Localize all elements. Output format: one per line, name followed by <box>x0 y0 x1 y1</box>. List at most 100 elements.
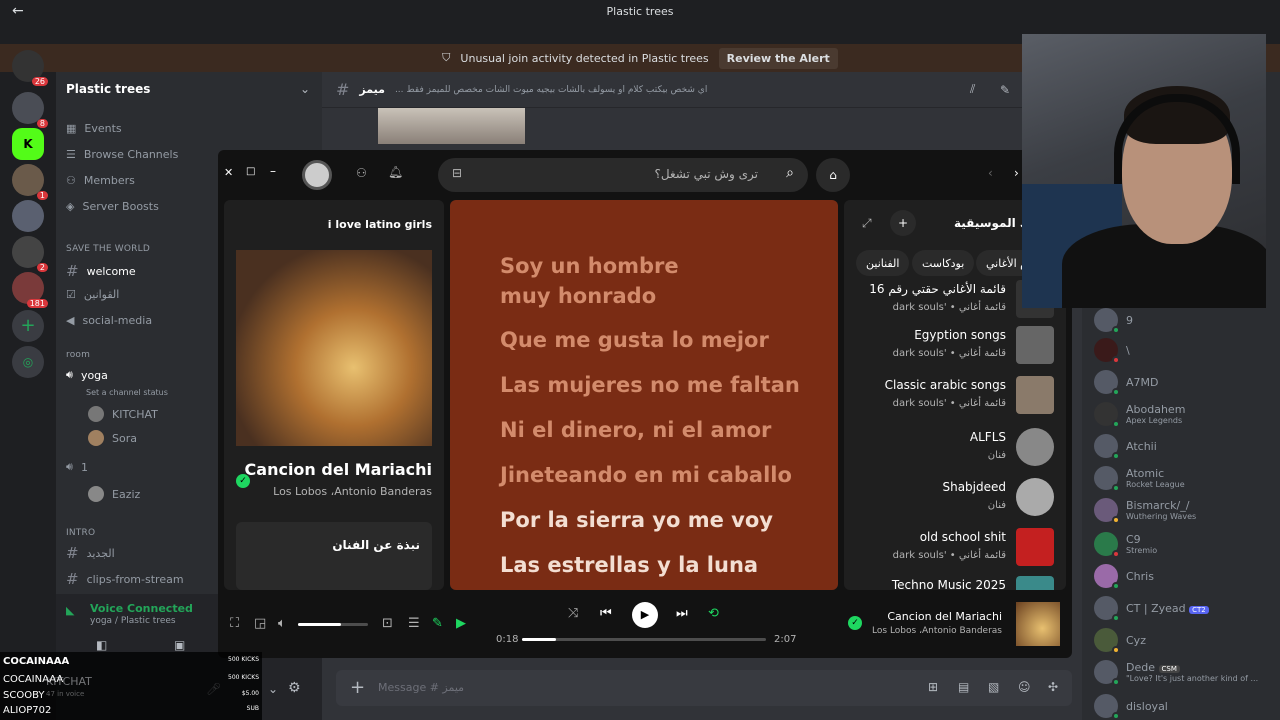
lyric-line[interactable]: muy honrado <box>500 284 656 308</box>
create-plus-icon[interactable]: + <box>890 210 916 236</box>
track-title[interactable]: Cancion del Mariachi <box>245 460 432 479</box>
menu-server-boosts[interactable]: ◈ Server Boosts <box>66 200 159 213</box>
chevron-down-icon[interactable]: ⌄ <box>268 682 278 696</box>
browse-icon[interactable]: ⊟ <box>452 166 462 180</box>
playlist-name[interactable]: i love latino girls <box>328 218 432 231</box>
player-track-artist[interactable]: Los Lobos ،Antonio Banderas <box>872 626 1002 636</box>
member-item[interactable]: Bismarck/_/Wuthering Waves <box>1094 498 1196 524</box>
liked-check-icon[interactable]: ✓ <box>848 616 862 630</box>
repeat-icon[interactable]: ⟲ <box>708 606 719 621</box>
server-icon[interactable]: 2 <box>12 236 48 272</box>
minimize-icon[interactable]: – <box>270 164 276 178</box>
member-item[interactable]: CT | Zyead CT2 <box>1094 596 1209 622</box>
member-item[interactable]: 9 <box>1094 308 1133 334</box>
back-arrow-icon[interactable]: ← <box>12 3 24 19</box>
server-icon[interactable]: 181 <box>12 272 48 308</box>
previous-icon[interactable]: ⏮︎ <box>600 606 612 621</box>
settings-gear-icon[interactable]: ⚙ <box>288 680 301 696</box>
member-item[interactable]: Abodahem Apex Legends <box>1094 402 1185 428</box>
lyric-line-active[interactable]: Por la sierra yo me voy <box>500 508 773 532</box>
notification-off-icon[interactable]: ✎ <box>1000 83 1010 97</box>
lyric-line[interactable]: Soy un hombre <box>500 254 679 278</box>
voice-channel-1[interactable]: 🔊︎ 1 <box>66 460 88 474</box>
back-chevron-icon[interactable]: ‹ <box>988 166 993 180</box>
server-icon[interactable]: 8 <box>12 92 48 128</box>
member-item[interactable]: Dede CSM "Love? It's just another kind of… <box>1094 660 1258 686</box>
next-icon[interactable]: ⏭︎ <box>676 606 688 621</box>
bell-icon[interactable]: 🔔︎ <box>388 165 403 179</box>
gift-icon[interactable]: ⊞ <box>928 680 938 694</box>
sticker-icon[interactable]: ▧ <box>988 680 999 694</box>
lyric-line-active[interactable]: Las estrellas y la luna <box>500 553 758 577</box>
chevron-down-icon[interactable]: ⌄ <box>300 82 310 96</box>
close-icon[interactable]: ✕ <box>224 166 233 179</box>
member-item[interactable]: \ <box>1094 338 1130 364</box>
expand-icon[interactable]: ⤢ <box>862 216 872 231</box>
voice-location[interactable]: yoga / Plastic trees <box>90 616 176 626</box>
member-item[interactable]: C9 Stremio <box>1094 532 1157 558</box>
lyric-line[interactable]: Jineteando en mi caballo <box>500 463 792 487</box>
category-room[interactable]: room <box>66 350 90 360</box>
search-bar[interactable]: ⊟ ترى وش تبي تشغل؟ ⌕ <box>438 158 808 192</box>
channel-clips[interactable]: # clips-from-stream <box>66 570 184 588</box>
home-icon[interactable]: ⌂ <box>816 158 850 192</box>
friends-icon[interactable]: ⚇ <box>356 166 367 180</box>
library-item[interactable]: Egyption songs dark souls' • قائمة أغاني <box>854 324 1054 368</box>
volume-slider[interactable] <box>298 623 368 626</box>
member-item[interactable]: Atomic Rocket League <box>1094 466 1185 492</box>
miniplayer-icon[interactable]: ◲ <box>254 616 266 631</box>
gif-icon[interactable]: ▤ <box>958 680 969 694</box>
voice-channel-yoga[interactable]: 🔊︎ yoga <box>66 368 108 382</box>
menu-members[interactable]: ⚇ Members <box>66 174 135 187</box>
member-item[interactable]: Chris <box>1094 564 1154 590</box>
player-album-thumb[interactable] <box>1016 602 1060 646</box>
play-button[interactable]: ▶ <box>632 602 658 628</box>
add-server-icon[interactable]: + <box>12 310 44 342</box>
voice-user[interactable]: Eaziz <box>88 486 140 502</box>
lyric-line[interactable]: Que me gusta lo mejor <box>500 328 769 352</box>
library-item[interactable]: old school shit dark souls' • قائمة أغاني <box>854 526 1054 570</box>
channel-status[interactable]: Set a channel status <box>86 388 168 397</box>
search-icon[interactable]: ⌕ <box>786 165 794 181</box>
member-item[interactable]: disloyal <box>1094 694 1168 720</box>
channel-new[interactable]: # الجديد <box>66 544 115 562</box>
server-name[interactable]: Plastic trees <box>66 82 150 96</box>
member-item[interactable]: A7MD <box>1094 370 1158 396</box>
lyrics-icon[interactable]: ✎ <box>432 616 443 631</box>
library-item[interactable]: Techno Music 2025 <box>854 574 1054 590</box>
channel-topic[interactable]: ... اي شخص بيكتب كلام او يسولف بالشات بي… <box>395 85 707 95</box>
search-input[interactable]: ترى وش تبي تشغل؟ <box>655 167 759 181</box>
message-box[interactable]: + Message # ميمز ⊞ ▤ ▧ ☺ ✣ <box>336 670 1072 706</box>
category-save-the-world[interactable]: SAVE THE WORLD <box>66 244 150 254</box>
library-item[interactable]: Classic arabic songs dark souls' • قائمة … <box>854 374 1054 418</box>
forward-chevron-icon[interactable]: › <box>1014 166 1019 180</box>
library-item[interactable]: Shabjdeed فنان <box>854 476 1054 520</box>
channel-welcome[interactable]: # welcome <box>66 262 136 280</box>
screen-share-icon[interactable]: ▣ <box>174 638 185 652</box>
voice-user[interactable]: Sora <box>88 430 137 446</box>
add-attachment-icon[interactable]: + <box>350 677 365 698</box>
connect-device-icon[interactable]: ⊡ <box>382 616 393 631</box>
player-track-title[interactable]: Cancion del Mariachi <box>887 610 1002 623</box>
review-alert-button[interactable]: Review the Alert <box>718 47 838 69</box>
filter-chip-podcasts[interactable]: بودكاست <box>912 250 975 276</box>
filter-chip-artists[interactable]: الفنانين <box>856 250 910 276</box>
library-item[interactable]: ALFLS فنان <box>854 426 1054 470</box>
now-playing-view-icon[interactable]: ▶ <box>456 616 466 631</box>
channel-rules[interactable]: ☑ القوانين <box>66 288 119 301</box>
lyric-line[interactable]: Ni el dinero, ni el amor <box>500 418 771 442</box>
threads-icon[interactable]: ⫽ <box>970 82 975 97</box>
maximize-icon[interactable]: □ <box>246 166 255 177</box>
profile-avatar[interactable] <box>302 160 332 190</box>
server-icon[interactable] <box>12 200 44 232</box>
voice-user[interactable]: KITCHAT <box>88 406 158 422</box>
apps-icon[interactable]: ✣ <box>1048 680 1058 694</box>
shuffle-icon[interactable]: ⤨ <box>568 606 578 621</box>
message-input[interactable]: Message # ميمز <box>378 681 464 694</box>
channel-social-media[interactable]: ◀ social-media <box>66 314 152 327</box>
emoji-icon[interactable]: ☺ <box>1018 680 1031 694</box>
member-item[interactable]: Cyz <box>1094 628 1146 654</box>
menu-browse-channels[interactable]: ☰ Browse Channels <box>66 148 178 161</box>
explore-icon[interactable]: ◎ <box>12 346 44 378</box>
volume-icon[interactable]: 🔈︎ <box>278 616 286 631</box>
